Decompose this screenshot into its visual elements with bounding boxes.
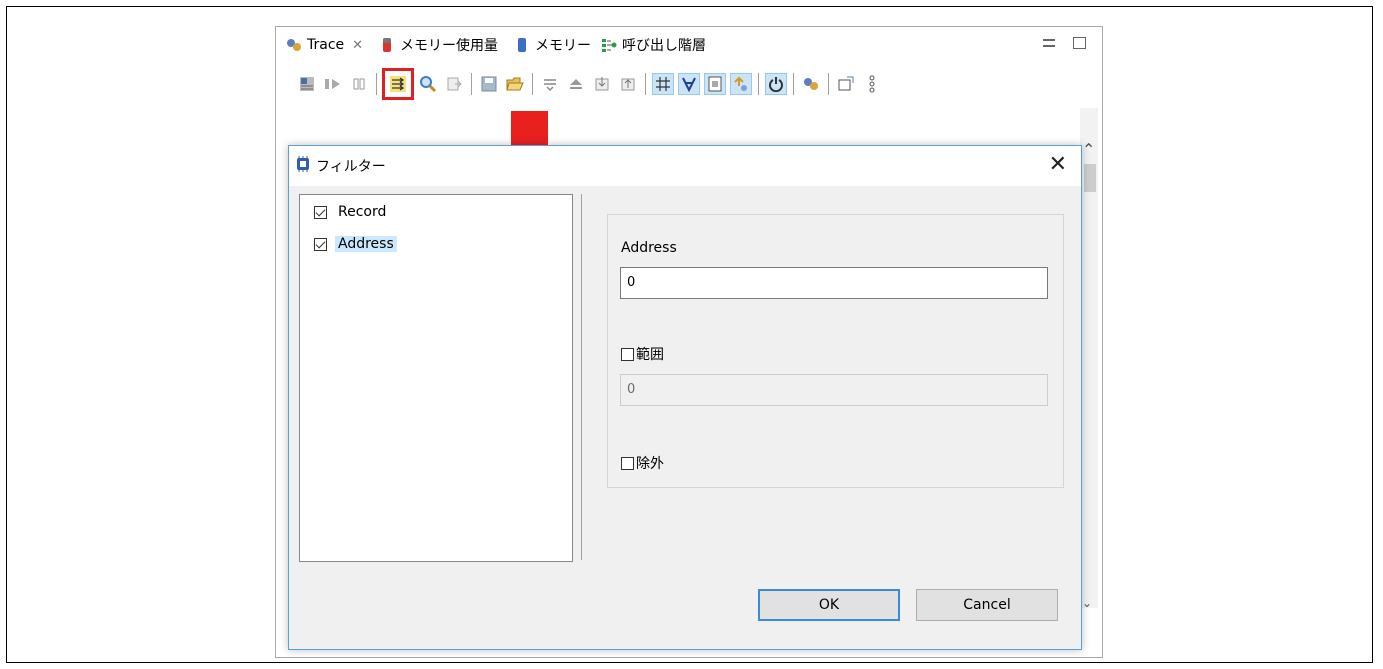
import-icon[interactable] [591, 73, 613, 95]
mixed-icon[interactable] [678, 73, 700, 95]
scroll-thumb[interactable] [1084, 164, 1096, 192]
link-icon[interactable] [730, 73, 752, 95]
new-window-icon[interactable] [835, 73, 857, 95]
filter-icon[interactable] [382, 68, 414, 100]
pane-divider[interactable] [581, 194, 582, 560]
range-checkbox-row[interactable]: 範囲 [621, 344, 664, 364]
address-label: Address [621, 240, 677, 256]
toolbar-separator [645, 73, 646, 95]
maximize-icon[interactable] [1073, 37, 1086, 49]
tab-trace[interactable]: Trace ✕ [286, 33, 363, 57]
memory-usage-icon [379, 37, 395, 53]
resume-icon[interactable] [322, 73, 344, 95]
search-icon[interactable] [417, 73, 439, 95]
filter-dialog: フィルター ✕ Record Address Address 0 範囲 0 除外… [288, 145, 1082, 650]
pause-icon[interactable] [348, 73, 370, 95]
toolbar-separator [758, 73, 759, 95]
scroll-down-icon[interactable]: ⌄ [1082, 596, 1092, 610]
tree-item-record-label: Record [338, 204, 387, 220]
grid-icon[interactable] [652, 73, 674, 95]
exclude-checkbox[interactable] [621, 456, 634, 470]
dialog-title: フィルター [316, 159, 386, 175]
view-window-buttons [1043, 37, 1086, 49]
chip-icon [295, 156, 311, 172]
filter-tree: Record Address [299, 194, 573, 562]
ok-button[interactable]: OK [758, 589, 900, 621]
dialog-title-bar: フィルター ✕ [289, 146, 1081, 186]
save-icon[interactable] [478, 73, 500, 95]
tab-trace-label: Trace [307, 37, 345, 53]
trace-icon [286, 37, 302, 53]
range-label: 範囲 [636, 347, 664, 363]
more-icon[interactable] [861, 73, 883, 95]
cancel-button[interactable]: Cancel [916, 589, 1058, 621]
open-folder-icon[interactable] [504, 73, 526, 95]
tab-memory-usage-label: メモリー使用量 [400, 38, 499, 54]
close-icon[interactable]: ✕ [1049, 152, 1067, 177]
trace-table-icon[interactable] [296, 73, 318, 95]
tree-item-record[interactable]: Record [314, 201, 389, 223]
tree-item-address-label: Address [335, 236, 397, 252]
call-hierarchy-icon [601, 37, 617, 53]
eject-icon[interactable] [565, 73, 587, 95]
trace-toolbar [294, 68, 885, 100]
view-tab-bar: Trace ✕ メモリー使用量 メモリー 呼び出し階層 [276, 27, 1102, 63]
tab-call-hierarchy-label: 呼び出し階層 [622, 38, 707, 54]
toolbar-separator [793, 73, 794, 95]
exclude-label: 除外 [636, 456, 664, 472]
address-checkbox[interactable] [314, 237, 327, 251]
tab-close-icon[interactable]: ✕ [352, 38, 363, 53]
memory-icon [514, 37, 530, 53]
export-icon[interactable] [443, 73, 465, 95]
range-checkbox[interactable] [621, 347, 634, 361]
toolbar-separator [828, 73, 829, 95]
toolbar-separator [376, 73, 377, 95]
address-input[interactable]: 0 [620, 267, 1048, 299]
tree-item-address[interactable]: Address [314, 233, 397, 255]
record-checkbox[interactable] [314, 205, 327, 219]
power-icon[interactable] [765, 73, 787, 95]
up-icon[interactable] [617, 73, 639, 95]
tab-call-hierarchy[interactable]: 呼び出し階層 [601, 33, 706, 57]
minimize-icon[interactable] [1043, 39, 1055, 47]
tab-memory-usage[interactable]: メモリー使用量 [379, 33, 498, 57]
collapse-icon[interactable] [539, 73, 561, 95]
trace-settings-icon[interactable] [800, 73, 822, 95]
source-icon[interactable] [704, 73, 726, 95]
toolbar-separator [532, 73, 533, 95]
exclude-checkbox-row[interactable]: 除外 [621, 453, 664, 473]
scroll-up-icon[interactable]: ⌃ [1082, 140, 1095, 159]
tab-memory-label: メモリー [535, 38, 592, 54]
toolbar-separator [471, 73, 472, 95]
range-input[interactable]: 0 [620, 374, 1048, 406]
tab-memory[interactable]: メモリー [514, 33, 591, 57]
